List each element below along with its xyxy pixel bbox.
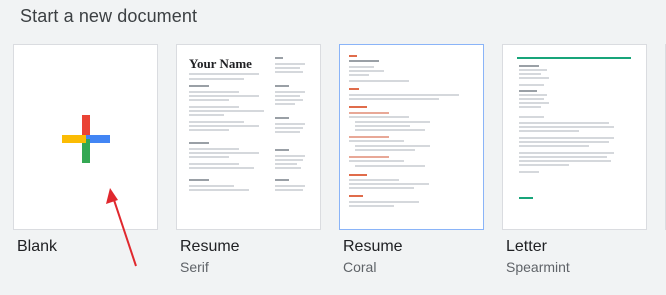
template-resume-coral[interactable]	[339, 44, 484, 230]
preview-name: Your Name	[189, 56, 252, 71]
template-resume-serif[interactable]: Your Name	[176, 44, 321, 230]
plus-icon	[62, 115, 110, 163]
template-resume-coral-title: Resume	[343, 238, 403, 255]
template-resume-serif-subtitle: Serif	[180, 259, 209, 275]
letter-spearmint-preview	[503, 45, 646, 229]
template-letter-spearmint-subtitle: Spearmint	[506, 259, 570, 275]
template-letter-spearmint[interactable]	[502, 44, 647, 230]
resume-coral-preview	[340, 45, 483, 229]
template-blank[interactable]	[13, 44, 158, 230]
template-blank-title: Blank	[17, 238, 58, 255]
template-letter-spearmint-title: Letter	[506, 238, 547, 255]
section-title: Start a new document	[20, 6, 198, 26]
resume-serif-preview: Your Name	[177, 45, 320, 229]
template-resume-coral-subtitle: Coral	[343, 259, 377, 275]
template-resume-serif-title: Resume	[180, 238, 240, 255]
